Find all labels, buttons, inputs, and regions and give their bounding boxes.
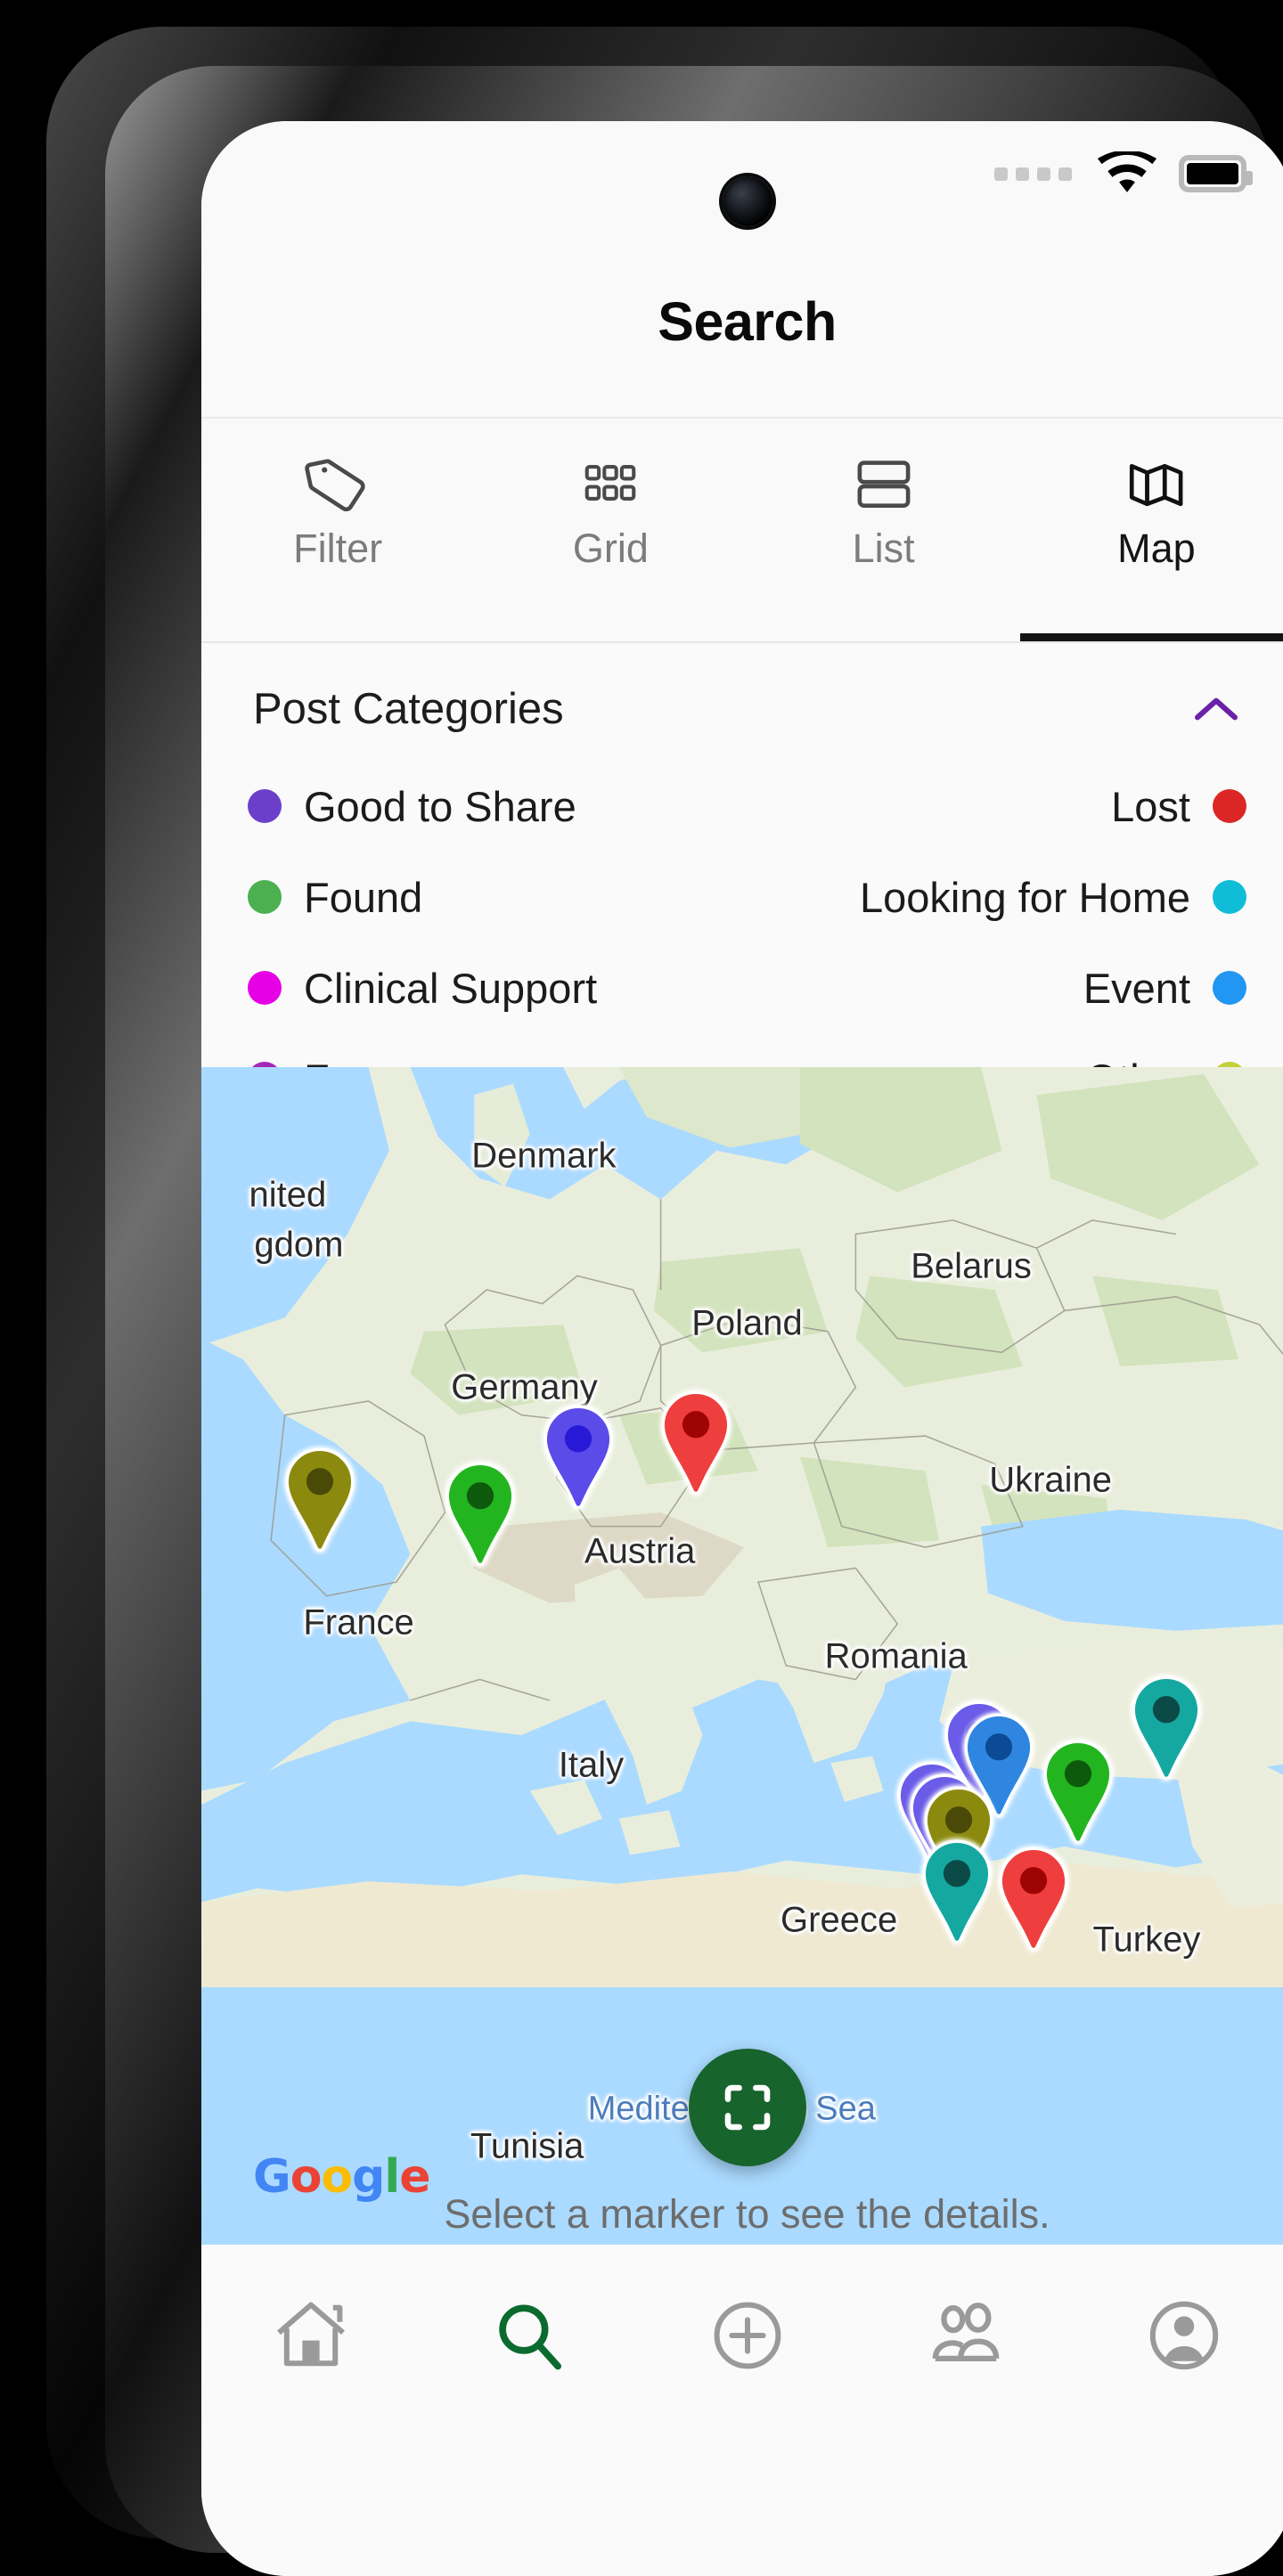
category-label: Looking for Home [860, 873, 1190, 921]
account-icon [1149, 2301, 1218, 2370]
battery-full-icon [1179, 155, 1253, 192]
category-color-dot [248, 971, 282, 1005]
map-hint-text: Select a marker to see the details. [444, 2191, 1050, 2237]
map-label: Tunisia [470, 2126, 584, 2166]
category-label: Event [1083, 964, 1190, 1012]
category-item-left[interactable]: Good to Share [248, 782, 576, 831]
nav-create[interactable] [638, 2273, 856, 2398]
category-item-right[interactable]: Lost [1111, 782, 1246, 831]
phone-frame: Search Filter Grid List Map Post Categor… [46, 27, 1283, 2576]
app-header: Search [201, 226, 1283, 419]
tag-icon [305, 449, 371, 518]
category-row: Good to Share Lost [248, 761, 1246, 852]
map-view[interactable]: Denmark nited gdom Belarus Poland Germany Ukra… [201, 1067, 1283, 2245]
category-item-right[interactable]: Event [1083, 964, 1246, 1013]
view-tabs: Filter Grid List Map [201, 419, 1283, 643]
plus-circle-icon [714, 2302, 780, 2369]
category-row: Clinical Support Event [248, 942, 1246, 1033]
signal-dots-icon [994, 167, 1072, 181]
search-icon [498, 2304, 561, 2370]
phone-screen: Search Filter Grid List Map Post Categor… [201, 121, 1283, 2576]
category-row: Found Looking for Home [248, 852, 1246, 942]
tab-grid[interactable]: Grid [474, 419, 747, 641]
category-item-left[interactable]: Clinical Support [248, 964, 597, 1013]
nav-profile[interactable] [1075, 2273, 1283, 2398]
tab-list[interactable]: List [748, 419, 1020, 641]
post-categories-title: Post Categories [253, 685, 564, 733]
map-marker-pin[interactable] [541, 1404, 616, 1509]
chevron-up-icon[interactable] [1191, 693, 1241, 725]
map-marker-pin[interactable] [443, 1461, 518, 1566]
front-camera [722, 176, 772, 226]
tab-list-label: List [852, 526, 915, 571]
tab-grid-label: Grid [572, 526, 649, 571]
nav-community[interactable] [856, 2273, 1075, 2398]
category-color-dot [1213, 880, 1246, 914]
category-item-right[interactable]: Looking for Home [860, 873, 1246, 922]
tab-map[interactable]: Map [1019, 419, 1283, 641]
post-categories-header[interactable]: Post Categories [201, 643, 1283, 734]
grid-icon [579, 449, 642, 518]
bottom-navigation [201, 2245, 1283, 2576]
category-label: Found [304, 873, 423, 921]
category-label: Clinical Support [304, 964, 598, 1012]
locate-fab-button[interactable] [688, 2049, 806, 2166]
category-label: Lost [1111, 782, 1190, 830]
map-canvas [201, 1067, 1283, 1987]
map-marker-pin[interactable] [919, 1838, 994, 1944]
scan-frame-icon [724, 2084, 770, 2131]
tab-map-label: Map [1117, 526, 1196, 571]
map-marker-pin[interactable] [282, 1447, 357, 1552]
map-icon [1124, 449, 1189, 518]
tab-filter-label: Filter [293, 526, 383, 571]
category-color-dot [1213, 971, 1246, 1005]
post-categories-panel: Post Categories Good to Share Lost Found Lo… [201, 643, 1283, 1103]
nav-home[interactable] [201, 2273, 420, 2398]
page-title: Search [658, 291, 837, 352]
map-marker-pin[interactable] [1041, 1739, 1115, 1844]
category-item-left[interactable]: Found [248, 873, 422, 922]
map-marker-pin[interactable] [658, 1390, 733, 1495]
map-marker-pin[interactable] [1129, 1675, 1204, 1780]
category-color-dot [248, 789, 282, 823]
category-color-dot [248, 880, 282, 914]
wifi-icon [1097, 151, 1157, 192]
home-icon [276, 2302, 345, 2367]
list-icon [851, 449, 917, 518]
map-marker-pin[interactable] [996, 1846, 1071, 1951]
category-color-dot [1213, 789, 1246, 823]
category-label: Good to Share [304, 782, 576, 830]
tab-filter[interactable]: Filter [201, 419, 474, 641]
phone-bezel: Search Filter Grid List Map Post Categor… [105, 66, 1283, 2576]
post-categories-list: Good to Share Lost Found Looking for Home Cl… [201, 734, 1283, 1124]
people-icon [932, 2303, 999, 2361]
nav-search[interactable] [420, 2273, 638, 2398]
